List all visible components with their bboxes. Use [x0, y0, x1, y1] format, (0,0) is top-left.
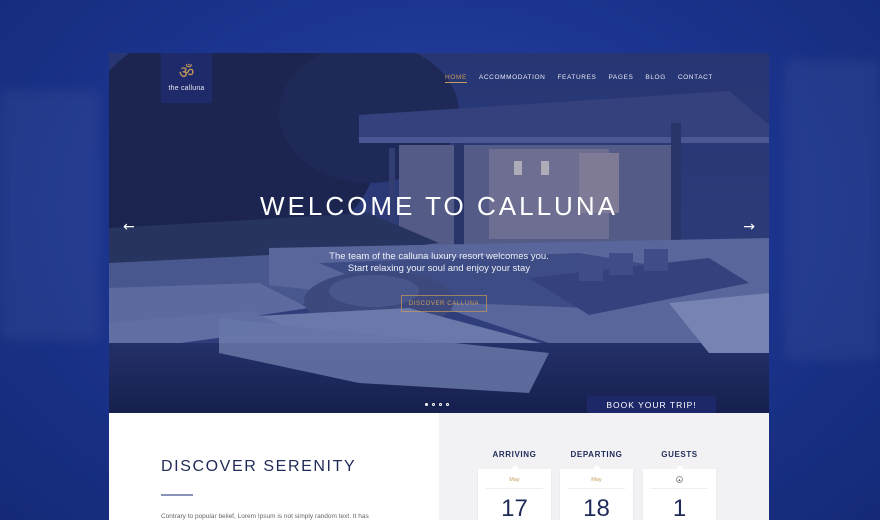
intro-text: Contrary to popular belief, Lorem Ipsum …	[161, 513, 369, 520]
arriving-day: 17	[501, 495, 528, 520]
card-divider	[651, 488, 708, 489]
card-notch	[511, 465, 519, 469]
arriving-date-picker[interactable]: May 17	[478, 465, 551, 520]
nav-item-pages[interactable]: PAGES	[608, 74, 633, 83]
card-divider	[486, 488, 543, 489]
departing-label: DEPARTING	[570, 450, 623, 459]
slide-dot-4[interactable]	[446, 403, 449, 406]
intro-section: DISCOVER SERENITY Contrary to popular be…	[109, 413, 439, 520]
departing-month: May	[591, 477, 602, 483]
slide-dot-3[interactable]	[439, 403, 442, 406]
main-nav: HOME ACCOMMODATION FEATURES PAGES BLOG C…	[445, 74, 713, 83]
book-your-trip-button[interactable]: BOOK YOUR TRIP!	[587, 396, 716, 413]
arriving-label: ARRIVING	[492, 450, 537, 459]
departing-day: 18	[583, 495, 610, 520]
card-notch	[676, 465, 684, 469]
website-preview: ॐ the calluna HOME ACCOMMODATION FEATURE…	[109, 53, 769, 520]
card-divider	[568, 488, 625, 489]
background-blur-right	[785, 60, 880, 360]
guests-label: GUESTS	[661, 450, 698, 459]
arriving-month: May	[509, 477, 520, 483]
hero-background-image	[109, 53, 769, 413]
slide-dot-1[interactable]	[425, 403, 428, 406]
site-logo[interactable]: ॐ the calluna	[161, 53, 212, 103]
nav-item-home[interactable]: HOME	[445, 74, 467, 83]
title-divider	[161, 494, 193, 496]
nav-item-contact[interactable]: CONTACT	[678, 74, 713, 83]
hero-subtitle-line-2: Start relaxing your soul and enjoy your …	[347, 263, 531, 274]
nav-item-features[interactable]: FEATURES	[557, 74, 596, 83]
departing-date-picker[interactable]: May 18	[560, 465, 633, 520]
logo-text: the calluna	[168, 84, 205, 92]
om-logo-icon: ॐ	[178, 62, 195, 83]
next-slide-arrow-icon[interactable]: →	[743, 219, 755, 235]
nav-item-blog[interactable]: BLOG	[645, 74, 665, 83]
card-notch	[593, 465, 601, 469]
slider-pagination	[425, 403, 449, 406]
prev-slide-arrow-icon[interactable]: ←	[123, 219, 135, 235]
hero-slider: ॐ the calluna HOME ACCOMMODATION FEATURE…	[109, 53, 769, 413]
background-blur-left	[0, 90, 100, 340]
booking-widget: ARRIVING May 17 DEPARTING May 18 GUESTS …	[439, 413, 769, 520]
increment-guests-icon[interactable]: ▲	[676, 476, 683, 483]
nav-item-accommodation[interactable]: ACCOMMODATION	[479, 74, 546, 83]
hero-subtitle-line-1: The team of the calluna luxury resort we…	[329, 251, 549, 262]
guests-count: 1	[672, 495, 687, 520]
discover-calluna-button[interactable]: DISCOVER CALLUNA	[401, 295, 487, 312]
guests-stepper[interactable]: ▲ 1	[643, 465, 716, 520]
section-title: DISCOVER SERENITY	[161, 458, 357, 475]
hero-title: WELCOME TO CALLUNA	[260, 191, 618, 221]
hero-subtitle: The team of the calluna luxury resort we…	[109, 251, 769, 275]
slide-dot-2[interactable]	[432, 403, 435, 406]
